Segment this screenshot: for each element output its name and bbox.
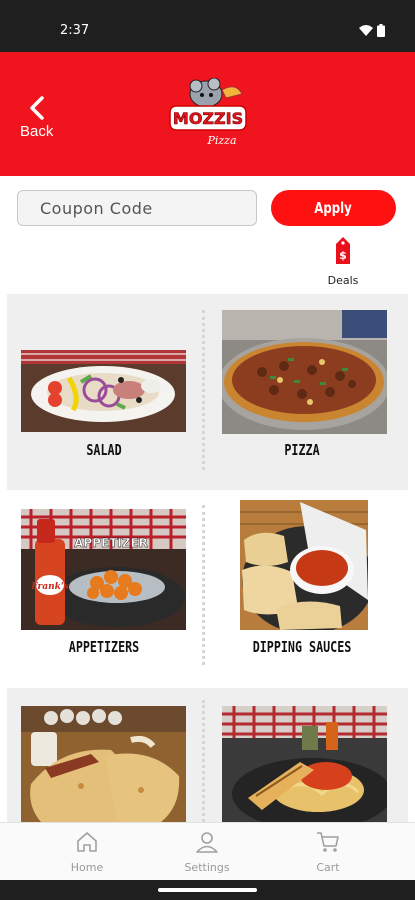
app-header: Back MOZZIS Pizza — [0, 52, 415, 176]
dipping-sauces-photo — [240, 500, 368, 630]
back-label: Back — [20, 123, 54, 140]
svg-text:MOZZIS: MOZZIS — [173, 109, 243, 128]
apply-label: Apply — [314, 199, 353, 217]
category-appetizers[interactable]: Frank's APPETIZER APPETIZERS — [10, 500, 198, 680]
appetizer-photo-caption: APPETIZER — [74, 536, 148, 550]
spaghetti-photo — [222, 706, 387, 822]
status-bar: 2:37 — [0, 0, 415, 52]
nav-label: Settings — [184, 861, 230, 874]
nav-settings[interactable]: Settings — [162, 829, 252, 879]
calzone-photo — [21, 706, 186, 822]
status-time: 2:37 — [60, 23, 90, 38]
user-icon — [196, 832, 218, 853]
category-label: DIPPING SAUCES — [252, 638, 352, 656]
category-label: APPETIZERS — [68, 638, 140, 656]
category-salad[interactable]: SALAD — [10, 300, 198, 480]
system-navigation-bar — [0, 880, 415, 900]
home-icon — [77, 832, 97, 852]
status-icons — [359, 24, 385, 37]
svg-text:$: $ — [339, 249, 347, 262]
cart-icon — [317, 832, 339, 852]
salad-photo — [21, 350, 186, 432]
category-pizza[interactable]: PIZZA — [208, 300, 396, 480]
nav-label: Home — [70, 861, 104, 874]
svg-text:Frank's: Frank's — [30, 582, 68, 592]
category-dipping-sauces[interactable]: DIPPING SAUCES — [208, 500, 396, 680]
category-label: SALAD — [86, 441, 122, 459]
mozzis-logo: MOZZIS Pizza — [169, 78, 247, 147]
svg-text:Pizza: Pizza — [206, 134, 236, 147]
row-divider — [202, 700, 205, 822]
bottom-nav: Home Settings Cart — [0, 822, 415, 880]
home-gesture-handle[interactable] — [158, 888, 257, 892]
coupon-code-input[interactable] — [17, 190, 257, 226]
wifi-icon — [359, 25, 373, 36]
battery-icon — [377, 24, 385, 37]
category-spaghetti[interactable] — [208, 700, 396, 822]
chevron-left-icon — [30, 96, 44, 120]
nav-cart[interactable]: Cart — [283, 829, 373, 879]
price-tag-icon: $ — [336, 237, 350, 264]
appetizers-photo: Frank's APPETIZER — [21, 509, 186, 630]
pizza-photo — [222, 310, 387, 434]
apply-button[interactable]: Apply — [271, 190, 396, 226]
back-button[interactable]: Back — [18, 96, 58, 142]
category-label: PIZZA — [284, 441, 320, 459]
nav-home[interactable]: Home — [42, 829, 132, 879]
row-divider — [202, 505, 205, 665]
nav-label: Cart — [316, 861, 340, 874]
deals-button[interactable]: $ Deals — [326, 236, 360, 288]
deals-label: Deals — [327, 274, 359, 287]
category-calzone[interactable] — [10, 700, 198, 822]
row-divider — [202, 310, 205, 470]
